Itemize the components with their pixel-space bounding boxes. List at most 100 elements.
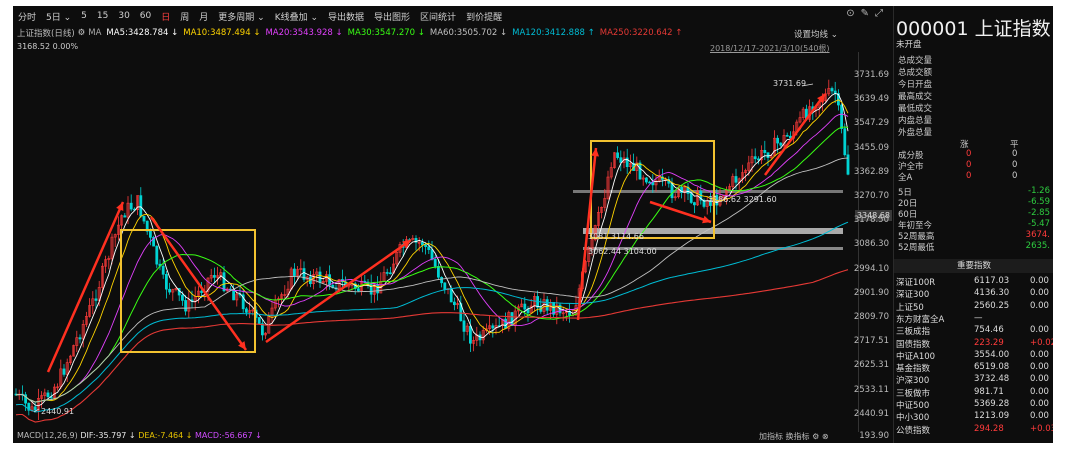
- gear-icon[interactable]: ⚙: [812, 432, 822, 441]
- index-name: 公债指数: [896, 425, 931, 436]
- price-axis: 3348.68 3731.69 3639.49 3547.29 3455.09 3362…: [854, 52, 893, 432]
- close-icon[interactable]: ⊗: [822, 432, 829, 441]
- candle-body: [222, 272, 226, 292]
- candle-body: [440, 276, 444, 284]
- index-row[interactable]: 公债指数 294.28 +0.03: [894, 424, 1053, 437]
- index-name: 上证50: [896, 302, 924, 313]
- candle-body: [184, 300, 188, 312]
- candle-body: [388, 272, 392, 275]
- index-name: 深证300: [896, 290, 930, 301]
- candle-body: [689, 193, 693, 203]
- quote-panel: 000001 上证指数 未开盘 重要指数 总成交量 总成交额 今日开盘 最高成交 最低成…: [893, 6, 1053, 443]
- period-row: 52周最低 2635.: [898, 241, 1050, 253]
- candle-body: [766, 152, 770, 158]
- gear-icon[interactable]: ⚙: [78, 28, 86, 38]
- y-tick-label: 3086.30: [853, 239, 889, 250]
- quote-field-label: 外盘总量: [898, 128, 933, 138]
- market-status: 未开盘: [896, 40, 922, 50]
- y-tick-label: 2901.90: [853, 287, 889, 298]
- candle-body: [385, 272, 389, 274]
- period-tab[interactable]: 到价提醒: [461, 10, 507, 23]
- period-tab[interactable]: 月: [194, 10, 213, 23]
- settings-circle-icon[interactable]: ⊙: [846, 8, 854, 19]
- y-tick-label: 3547.29: [853, 118, 889, 129]
- candle-body: [692, 202, 696, 206]
- candle-body: [843, 128, 847, 156]
- index-row[interactable]: 深证300 4136.30 0.00: [894, 288, 1053, 301]
- period-tab[interactable]: 30: [113, 11, 134, 21]
- period-value: 2635.: [1025, 241, 1050, 251]
- candlestick-chart[interactable]: 3731.69 2440.91 3186.62 3291.60 3081 3114.6…: [13, 52, 858, 432]
- pen-icon[interactable]: ✎: [861, 8, 869, 19]
- index-price: —: [974, 312, 983, 323]
- period-tab[interactable]: 60: [135, 11, 156, 21]
- y-tick-label: 3639.49: [853, 94, 889, 105]
- candle-body: [161, 265, 165, 275]
- index-row[interactable]: 上证50 2560.25 0.00: [894, 301, 1053, 314]
- index-row[interactable]: 中证A100 3554.00 0.00: [894, 350, 1053, 363]
- index-row[interactable]: 基金指数 6519.08 0.00: [894, 362, 1053, 375]
- period-tab[interactable]: K线叠加 ⌄: [270, 10, 323, 23]
- period-tab[interactable]: 分时: [13, 10, 41, 23]
- index-price: 1213.09: [974, 411, 1010, 422]
- index-name: 三板成指: [896, 327, 931, 338]
- candle-body: [734, 176, 738, 183]
- candle-body: [427, 246, 431, 250]
- period-tab[interactable]: 更多周期 ⌄: [213, 10, 269, 23]
- candle-body: [200, 290, 204, 293]
- index-price: 294.28: [974, 423, 1004, 434]
- y-tick-label: 2994.10: [853, 263, 889, 274]
- ma250-line: [15, 269, 849, 423]
- index-row[interactable]: 三板成指 754.46 0.00: [894, 325, 1053, 338]
- candle-body: [452, 301, 456, 306]
- macd-dea: DEA:-7.464 ↓: [138, 431, 193, 440]
- ma30-value: MA30:3547.270 ↓: [347, 28, 425, 38]
- low-annotation: 2440.91: [41, 407, 74, 416]
- y-tick-label: 3362.89: [853, 166, 889, 177]
- set-ma-button[interactable]: 设置均线 ⌄: [794, 28, 838, 40]
- candle-body: [756, 158, 760, 161]
- period-tab[interactable]: 5: [76, 11, 92, 21]
- index-price: 223.29: [974, 337, 1004, 348]
- period-tab[interactable]: 5日 ⌄: [41, 10, 76, 23]
- candle-body: [670, 182, 674, 199]
- index-row[interactable]: 沪深300 3732.48 0.00: [894, 374, 1053, 387]
- index-row[interactable]: 中小300 1213.09 0.00: [894, 411, 1053, 424]
- index-row[interactable]: 三板做市 981.71 0.00: [894, 387, 1053, 400]
- index-row[interactable]: 深证100R 6117.03 0.00: [894, 276, 1053, 289]
- ma5-value: MA5:3428.784 ↓: [106, 28, 179, 38]
- index-change: +0.03: [1030, 423, 1053, 434]
- period-tab[interactable]: 导出数据: [323, 10, 369, 23]
- candle-body: [420, 242, 424, 246]
- period-tab[interactable]: 区间统计: [415, 10, 461, 23]
- period-tab[interactable]: 周: [175, 10, 194, 23]
- index-change: +0.02: [1030, 337, 1053, 348]
- y-tick-label: 2809.70: [853, 312, 889, 322]
- indicator-tools-label[interactable]: 加指标 换指标: [759, 432, 810, 441]
- index-change: 0.00: [1030, 374, 1049, 385]
- index-row[interactable]: 中证500 5369.28 0.00: [894, 399, 1053, 412]
- candle-body: [356, 288, 360, 292]
- candle-body: [142, 215, 146, 222]
- breadth-up: 0: [966, 149, 972, 159]
- app-window: 分时 5日 ⌄ 5 15 30 60 日周月更多周期 ⌄ K线叠加 ⌄ 导出数据 导出图形 区间统计…: [13, 6, 1053, 443]
- index-row[interactable]: 东方财富全A —: [894, 313, 1053, 326]
- index-row[interactable]: 国债指数 223.29 +0.02: [894, 338, 1053, 351]
- macd-label: MACD(12,26,9): [17, 431, 78, 440]
- index-change: 0.00: [1030, 399, 1049, 409]
- candle-body: [433, 259, 437, 267]
- breadth-flat: 0: [1012, 160, 1018, 170]
- candle-body: [619, 157, 623, 163]
- candle-body: [462, 320, 466, 332]
- period-tab[interactable]: 日: [156, 10, 175, 23]
- index-price: 5369.28: [974, 399, 1010, 409]
- period-value: -6.59: [1028, 197, 1050, 207]
- ma-legend: 上证指数(日线) ⚙ MA MA5:3428.784 ↓ MA10:3487.4…: [17, 26, 682, 40]
- expand-icon[interactable]: ⤢: [875, 8, 883, 19]
- candle-body: [168, 288, 172, 293]
- candle-body: [94, 298, 98, 301]
- index-change: 0.00: [1030, 362, 1049, 373]
- quote-field-label: 总成交量: [898, 56, 933, 66]
- period-tab[interactable]: 导出图形: [369, 10, 415, 23]
- period-tab[interactable]: 15: [92, 11, 113, 21]
